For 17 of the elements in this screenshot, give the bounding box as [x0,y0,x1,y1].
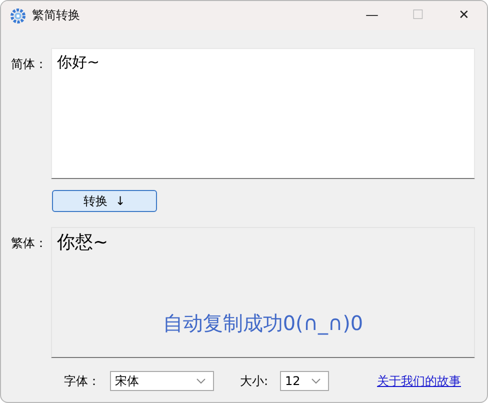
input-field[interactable]: 你好~ [51,48,475,179]
input-label: 简体： [10,56,48,73]
size-dropdown[interactable]: 12 [280,371,329,391]
chevron-icon [196,378,206,384]
window-title: 繁简转换 [32,7,80,24]
font-dropdown[interactable]: 宋体 [110,371,214,391]
gear-icon [10,8,26,24]
output-text: 你惄~ [57,231,108,254]
size-label: 大小: [240,372,270,390]
close-button[interactable]: ✕ [441,1,487,30]
chevron-icon [311,378,321,384]
minimize-button[interactable]: — [349,1,395,30]
status-message: 自动复制成功0(∩_∩)0 [162,310,364,337]
about-link[interactable]: 关于我们的故事 [377,372,461,390]
convert-button[interactable]: 转换 ↓ [52,190,157,212]
output-label: 繁体： [10,235,48,252]
font-label: 字体： [64,372,101,390]
